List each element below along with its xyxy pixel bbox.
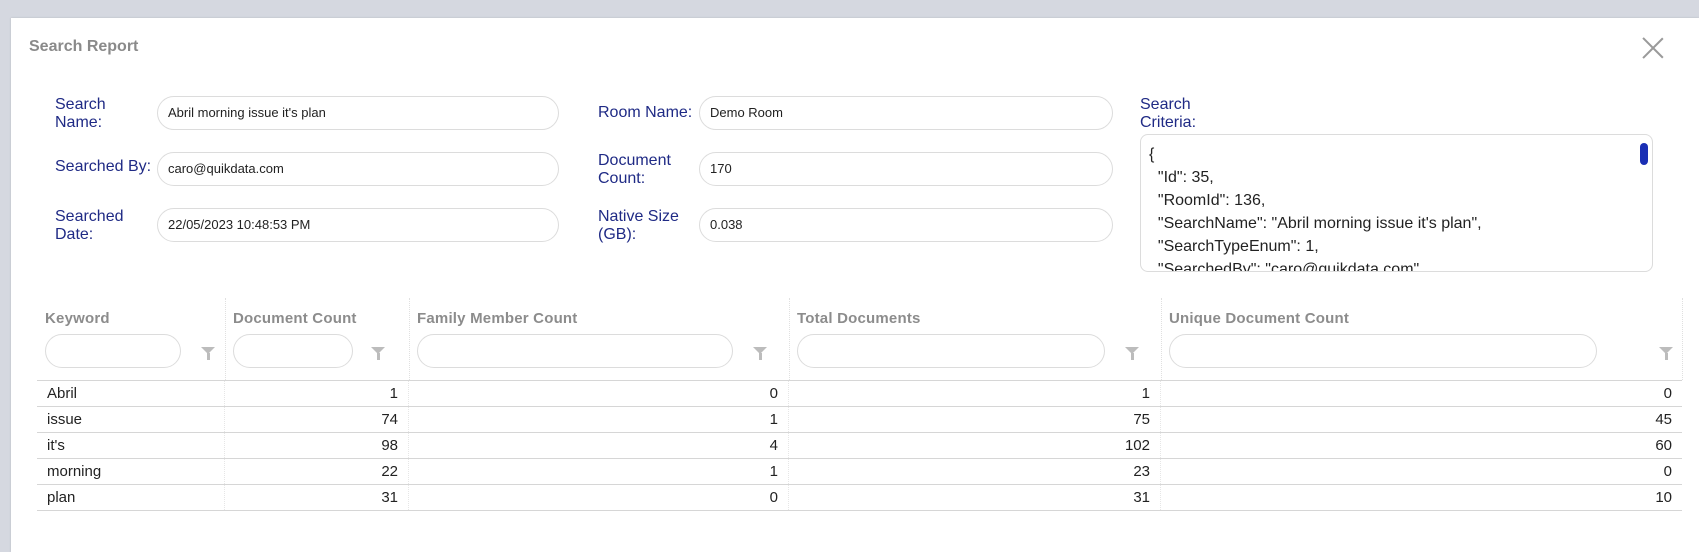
document-count-label: Document Count:: [598, 152, 671, 187]
grid-body: Abril 1 0 1 0 issue 74 1 75 45 it's 98 4…: [37, 380, 1682, 511]
family-member-count-cell: 0: [409, 381, 789, 406]
filter-icon[interactable]: [1659, 347, 1673, 360]
family-member-count-cell: 4: [409, 433, 789, 458]
unique-document-count-cell: 60: [1655, 437, 1672, 454]
keyword-cell: Abril: [37, 381, 225, 406]
search-criteria-text: { "Id": 35, "RoomId": 136, "SearchName":…: [1149, 146, 1482, 272]
column-header-family-member-count: Family Member Count: [409, 298, 790, 380]
table-row[interactable]: plan 31 0 31 10: [37, 485, 1682, 511]
table-row[interactable]: it's 98 4 102 60: [37, 433, 1682, 459]
column-header-keyword: Keyword: [37, 298, 226, 380]
column-title: Document Count: [233, 310, 357, 327]
search-name-label: Search Name:: [55, 96, 106, 131]
family-member-count-cell: 0: [409, 485, 789, 510]
keyword-filter-input[interactable]: [45, 334, 181, 368]
searched-date-label: Searched Date:: [55, 208, 124, 243]
column-title: Total Documents: [797, 310, 921, 327]
document-count-cell: 31: [225, 485, 409, 510]
unique-document-count-cell: 45: [1655, 411, 1672, 428]
search-name-field[interactable]: Abril morning issue it's plan: [157, 96, 559, 130]
search-report-dialog: Search Report Search Name: Abril morning…: [11, 18, 1699, 552]
searched-date-field[interactable]: 22/05/2023 10:48:53 PM: [157, 208, 559, 242]
keyword-cell: issue: [37, 407, 225, 432]
total-documents-cell: 23: [789, 459, 1161, 484]
criteria-scrollbar[interactable]: [1640, 143, 1648, 165]
column-header-document-count: Document Count: [225, 298, 410, 380]
document-count-filter-input[interactable]: [233, 334, 353, 368]
searched-by-label: Searched By:: [55, 158, 152, 175]
column-header-total-documents: Total Documents: [789, 298, 1162, 380]
document-count-cell: 74: [225, 407, 409, 432]
family-member-count-cell: 1: [409, 459, 789, 484]
native-size-label: Native Size (GB):: [598, 208, 679, 243]
table-row[interactable]: morning 22 1 23 0: [37, 459, 1682, 485]
searched-by-field[interactable]: caro@quikdata.com: [157, 152, 559, 186]
filter-icon[interactable]: [201, 347, 215, 360]
room-name-field[interactable]: Demo Room: [699, 96, 1113, 130]
total-documents-cell: 1: [789, 381, 1161, 406]
document-count-field[interactable]: 170: [699, 152, 1113, 186]
table-row[interactable]: issue 74 1 75 45: [37, 407, 1682, 433]
document-count-cell: 22: [225, 459, 409, 484]
unique-document-count-cell: 0: [1663, 385, 1672, 402]
total-documents-cell: 102: [789, 433, 1161, 458]
family-member-count-cell: 1: [409, 407, 789, 432]
unique-document-count-cell: 10: [1655, 489, 1672, 506]
total-documents-cell: 31: [789, 485, 1161, 510]
native-size-field[interactable]: 0.038: [699, 208, 1113, 242]
filter-icon[interactable]: [371, 347, 385, 360]
total-documents-filter-input[interactable]: [797, 334, 1105, 368]
column-header-unique-document-count: Unique Document Count: [1161, 298, 1683, 380]
family-member-filter-input[interactable]: [417, 334, 733, 368]
dialog-title: Search Report: [29, 38, 139, 55]
column-title: Unique Document Count: [1169, 310, 1350, 327]
document-count-cell: 1: [225, 381, 409, 406]
search-criteria-textarea[interactable]: { "Id": 35, "RoomId": 136, "SearchName":…: [1140, 134, 1653, 272]
column-title: Family Member Count: [417, 310, 578, 327]
search-criteria-label: Search Criteria:: [1140, 96, 1197, 131]
table-row[interactable]: Abril 1 0 1 0: [37, 381, 1682, 407]
column-title: Keyword: [45, 310, 110, 327]
keyword-cell: morning: [37, 459, 225, 484]
filter-icon[interactable]: [753, 347, 767, 360]
close-icon[interactable]: [1641, 36, 1665, 60]
unique-document-filter-input[interactable]: [1169, 334, 1597, 368]
total-documents-cell: 75: [789, 407, 1161, 432]
room-name-label: Room Name:: [598, 104, 693, 121]
keyword-cell: plan: [37, 485, 225, 510]
filter-icon[interactable]: [1125, 347, 1139, 360]
keyword-cell: it's: [37, 433, 225, 458]
unique-document-count-cell: 0: [1663, 463, 1672, 480]
document-count-cell: 98: [225, 433, 409, 458]
